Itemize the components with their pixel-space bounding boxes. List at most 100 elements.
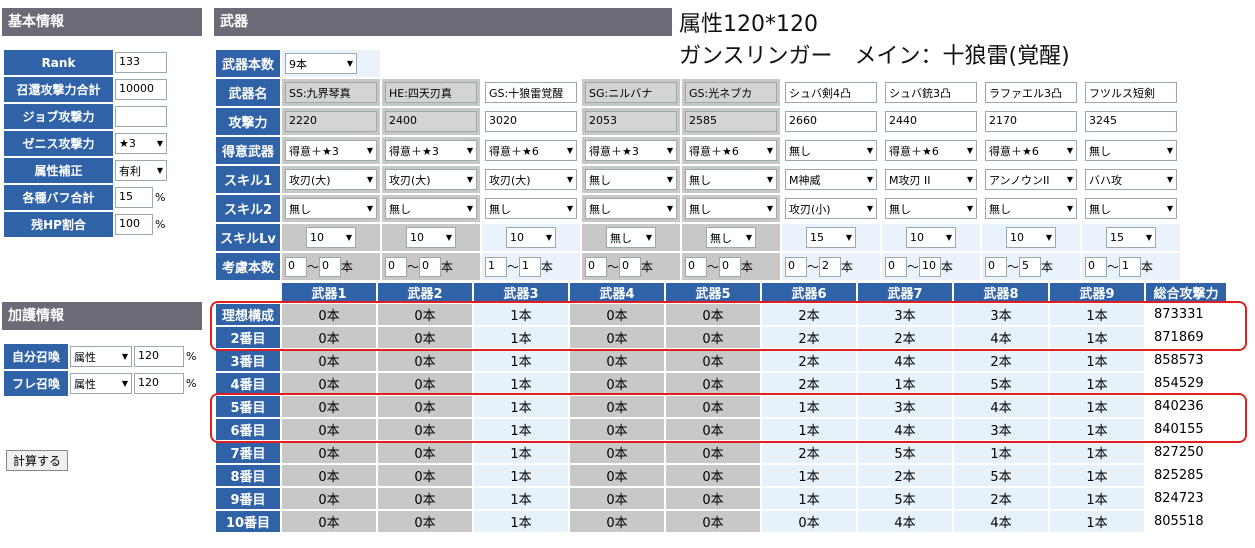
weapon-4-skill1-select[interactable]: 無し ▼ <box>585 169 677 190</box>
count-unit: 本 <box>1141 260 1154 274</box>
range-separator: ～ <box>1107 260 1120 274</box>
weapon-1-skill2-select[interactable]: 無し ▼ <box>285 198 377 219</box>
weapon-2-max-input[interactable]: 0 <box>419 256 442 277</box>
weapon-7-lv-select[interactable]: 10 ▼ <box>906 227 956 248</box>
weapon-8-skill2-select[interactable]: 無し ▼ <box>985 198 1077 219</box>
hp-input[interactable]: 100 <box>115 214 153 235</box>
weapon-8-lv-select[interactable]: 10 ▼ <box>1006 227 1056 248</box>
weapon-9-max-input[interactable]: 1 <box>1119 256 1142 277</box>
weapon-9-lv-select[interactable]: 15 ▼ <box>1106 227 1156 248</box>
weapon-6-min-input[interactable]: 0 <box>785 256 807 277</box>
weapon-4-name-input[interactable]: SG:ニルバナ <box>585 82 677 103</box>
weapon-5-skill1-select[interactable]: 無し ▼ <box>685 169 777 190</box>
weapon-1-name-input[interactable]: SS:九界琴真 <box>285 82 377 103</box>
summon-atk-input[interactable]: 10000 <box>115 79 167 100</box>
weapon-9-specialty-select[interactable]: 無し ▼ <box>1085 140 1177 161</box>
weapon-2-skill2-select[interactable]: 無し ▼ <box>385 198 477 219</box>
weapon-9-atk-input[interactable]: 3245 <box>1085 111 1177 132</box>
weapon-5-name-input[interactable]: GS:光ネブカ <box>685 82 777 103</box>
weapon-1-min-input[interactable]: 0 <box>285 256 307 277</box>
weapon-3-max-input[interactable]: 1 <box>519 256 542 277</box>
weapon-3-atk-input[interactable]: 3020 <box>485 111 577 132</box>
weapon-9-name-input[interactable]: フツルス短剣 <box>1085 82 1177 103</box>
weapon-5-atk-input[interactable]: 2585 <box>685 111 777 132</box>
weapon-3-name-input[interactable]: GS:十狼雷覚醒 <box>485 82 577 103</box>
element-select[interactable]: 有利 ▼ <box>115 160 167 181</box>
weapon-7-name-input[interactable]: シュバ銃3凸 <box>885 82 977 103</box>
friend-summon-value: 属性 <box>74 377 96 391</box>
weapon-5-lv-select[interactable]: 無し ▼ <box>706 227 756 248</box>
weapon-8-name-input[interactable]: ラファエル3凸 <box>985 82 1077 103</box>
weapon-5-specialty-select[interactable]: 得意＋★6 ▼ <box>685 140 777 161</box>
weapon-4-skill2-select[interactable]: 無し ▼ <box>585 198 677 219</box>
zenith-atk-select[interactable]: ★3 ▼ <box>115 133 167 154</box>
weapon-1-max-input[interactable]: 0 <box>319 256 342 277</box>
weapon-2-skill1-select[interactable]: 攻刃(大) ▼ <box>385 169 477 190</box>
own-summon-select[interactable]: 属性 ▼ <box>70 346 132 367</box>
weapon-2-min-input[interactable]: 0 <box>385 256 407 277</box>
friend-summon-input[interactable]: 120 <box>134 373 184 394</box>
weapon-4-max-input[interactable]: 0 <box>619 256 642 277</box>
weapon-4-skill2-value: 無し <box>589 202 611 216</box>
calculate-button[interactable]: 計算する <box>6 450 69 471</box>
weapon-7-skill2-select[interactable]: 無し ▼ <box>885 198 977 219</box>
weapon-2-specialty-select[interactable]: 得意＋★3 ▼ <box>385 140 477 161</box>
chevron-down-icon: ▼ <box>156 166 163 175</box>
weapon-3-specialty-select[interactable]: 得意＋★6 ▼ <box>485 140 577 161</box>
weapon-9-skill1-select[interactable]: バハ攻 ▼ <box>1085 169 1177 190</box>
weapon-5-min-input[interactable]: 0 <box>685 256 707 277</box>
weapon-2-atk-input[interactable]: 2400 <box>385 111 477 132</box>
weapon-1-lv-select[interactable]: 10 ▼ <box>306 227 356 248</box>
weapon-count-label: 武器本数 <box>216 50 280 77</box>
count-unit: 本 <box>641 260 654 274</box>
weapon-6-name-input[interactable]: シュバ剣4凸 <box>785 82 877 103</box>
weapon-5-max-input[interactable]: 0 <box>719 256 742 277</box>
weapon-3-min-input[interactable]: 1 <box>485 256 507 277</box>
weapon-4-count-range: 0 ～ 0 本 <box>585 256 677 277</box>
weapon-3-lv-select[interactable]: 10 ▼ <box>506 227 556 248</box>
weapon-6-max-input[interactable]: 2 <box>819 256 842 277</box>
weapon-1-skill1-select[interactable]: 攻刃(大) ▼ <box>285 169 377 190</box>
result-total: 805518 <box>1146 511 1226 532</box>
weapon-7-atk-input[interactable]: 2440 <box>885 111 977 132</box>
weapon-6-lv-select[interactable]: 15 ▼ <box>806 227 856 248</box>
weapon-8-min-input[interactable]: 0 <box>985 256 1007 277</box>
weapon-2-consider-cell: 0 ～ 0 本 <box>382 253 480 280</box>
summon-atk-label: 召還攻撃力合計 <box>4 77 113 102</box>
weapon-6-specialty-select[interactable]: 無し ▼ <box>785 140 877 161</box>
own-summon-input[interactable]: 120 <box>134 346 184 367</box>
buff-input[interactable]: 15 <box>115 187 153 208</box>
weapon-4-atk-input[interactable]: 2053 <box>585 111 677 132</box>
job-atk-input[interactable] <box>115 106 167 127</box>
weapon-2-lv-select[interactable]: 10 ▼ <box>406 227 456 248</box>
weapon-7-max-input[interactable]: 10 <box>919 256 942 277</box>
weapon-5-skill2-select[interactable]: 無し ▼ <box>685 198 777 219</box>
weapon-2-name-input[interactable]: HE:四天刃真 <box>385 82 477 103</box>
weapon-9-skill2-select[interactable]: 無し ▼ <box>1085 198 1177 219</box>
weapon-5-skill2-value: 無し <box>689 202 711 216</box>
weapon-7-specialty-select[interactable]: 得意＋★6 ▼ <box>885 140 977 161</box>
weapon-8-max-input[interactable]: 5 <box>1019 256 1042 277</box>
chevron-down-icon: ▼ <box>346 59 353 68</box>
weapon-count-select[interactable]: 9本 ▼ <box>285 53 357 74</box>
weapon-7-skill1-select[interactable]: M攻刃 II ▼ <box>885 169 977 190</box>
chevron-down-icon: ▼ <box>1066 146 1073 155</box>
weapon-8-atk-input[interactable]: 2170 <box>985 111 1077 132</box>
weapon-4-lv-select[interactable]: 無し ▼ <box>606 227 656 248</box>
weapon-8-skill1-select[interactable]: アンノウンII ▼ <box>985 169 1077 190</box>
weapon-1-atk-input[interactable]: 2220 <box>285 111 377 132</box>
weapon-3-skill2-select[interactable]: 無し ▼ <box>485 198 577 219</box>
weapon-1-specialty-select[interactable]: 得意＋★3 ▼ <box>285 140 377 161</box>
weapon-4-min-input[interactable]: 0 <box>585 256 607 277</box>
result-cell: 1本 <box>954 442 1048 463</box>
weapon-7-min-input[interactable]: 0 <box>885 256 907 277</box>
weapon-6-atk-input[interactable]: 2660 <box>785 111 877 132</box>
weapon-8-specialty-select[interactable]: 得意＋★6 ▼ <box>985 140 1077 161</box>
weapon-4-specialty-select[interactable]: 得意＋★3 ▼ <box>585 140 677 161</box>
weapon-9-min-input[interactable]: 0 <box>1085 256 1107 277</box>
weapon-3-skill1-select[interactable]: 攻刃(大) ▼ <box>485 169 577 190</box>
friend-summon-select[interactable]: 属性 ▼ <box>70 373 132 394</box>
rank-input[interactable]: 133 <box>115 52 167 73</box>
weapon-6-skill1-select[interactable]: M神威 ▼ <box>785 169 877 190</box>
weapon-6-skill2-select[interactable]: 攻刃(小) ▼ <box>785 198 877 219</box>
